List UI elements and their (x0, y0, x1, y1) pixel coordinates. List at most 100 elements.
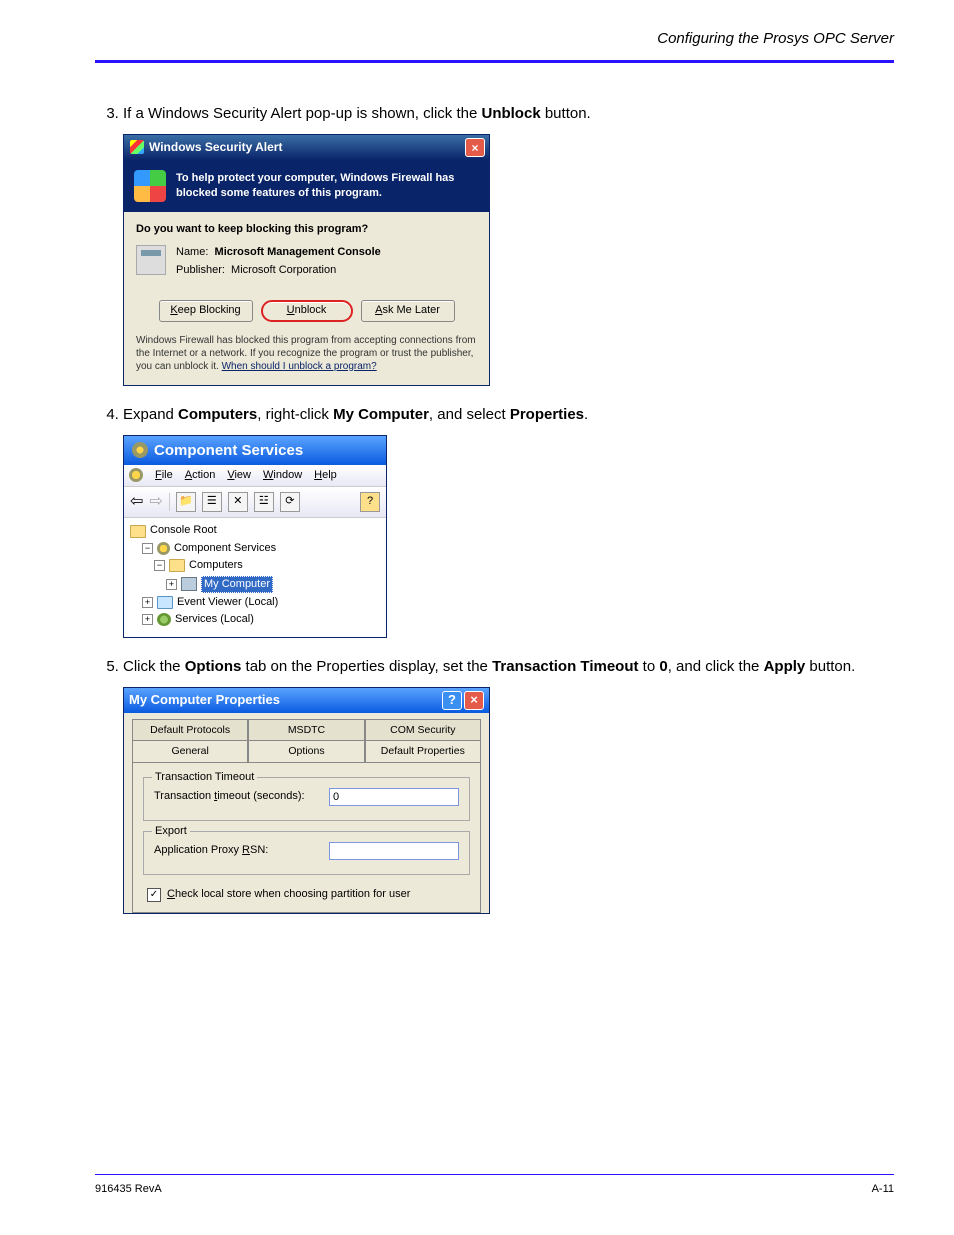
step-4-b3: Properties (510, 406, 584, 423)
cs-tree: Console Root −Component Services −Comput… (124, 518, 386, 636)
wsa-pub-label: Publisher: (176, 264, 225, 276)
wsa-blue-msg: To help protect your computer, Windows F… (176, 171, 479, 202)
wsa-name-label: Name: (176, 246, 208, 258)
tab-msdtc[interactable]: MSDTC (248, 719, 364, 741)
tab-default-protocols[interactable]: Default Protocols (132, 719, 248, 741)
step-5-b1: Options (185, 658, 242, 675)
wsa-foot-link[interactable]: When should I unblock a program? (222, 361, 377, 372)
menu-view[interactable]: View (227, 468, 251, 483)
step-3-bold: Unblock (481, 105, 540, 122)
tree-computers[interactable]: −Computers (154, 557, 380, 574)
grp-title-timeout: Transaction Timeout (152, 770, 257, 785)
tree-services-local[interactable]: +Services (Local) (142, 611, 380, 628)
properties-icon[interactable]: ☳ (254, 492, 274, 512)
wsa-title-text: Windows Security Alert (149, 139, 282, 156)
step-4-t1: Expand (123, 406, 178, 423)
header-rule (95, 60, 894, 63)
minus-icon[interactable]: − (154, 560, 165, 571)
step-5-b2: Transaction Timeout (492, 658, 638, 675)
checkbox-icon[interactable]: ✓ (147, 888, 161, 902)
back-icon[interactable]: ⇦ (130, 491, 143, 513)
menu-action[interactable]: Action (185, 468, 216, 483)
tab-general[interactable]: General (132, 740, 248, 762)
minus-icon[interactable]: − (142, 543, 153, 554)
step-5-b4: Apply (764, 658, 806, 675)
menu-file[interactable]: File (155, 468, 173, 483)
tab-default-properties[interactable]: Default Properties (365, 740, 481, 762)
step-5-t3: to (638, 658, 659, 675)
transaction-timeout-input[interactable] (329, 788, 459, 806)
step-3-after: button. (541, 105, 591, 122)
forward-icon[interactable]: ⇨ (149, 491, 162, 513)
footer-right: A-11 (872, 1183, 894, 1195)
folder-icon (157, 596, 173, 609)
wsa-pub-row: Publisher: Microsoft Corporation (176, 263, 381, 278)
options-panel: Transaction Timeout Transaction timeout … (132, 762, 481, 913)
tree-my-computer[interactable]: +My Computer (166, 575, 380, 594)
wsa-question: Do you want to keep blocking this progra… (136, 222, 477, 237)
step-5-t5: button. (805, 658, 855, 675)
application-icon (136, 245, 166, 275)
component-services-window: Component Services File Action View Wind… (123, 435, 387, 638)
application-proxy-rsn-input[interactable] (329, 842, 459, 860)
refresh-icon[interactable]: ⟳ (280, 492, 300, 512)
shield-icon (130, 140, 144, 154)
grp-title-export: Export (152, 824, 190, 839)
plus-icon[interactable]: + (166, 579, 177, 590)
wsa-titlebar: Windows Security Alert × (124, 135, 489, 160)
mcp-title-text: My Computer Properties (129, 691, 280, 709)
list-icon[interactable]: ☰ (202, 492, 222, 512)
tab-com-security[interactable]: COM Security (365, 719, 481, 741)
step-4-t3: , and select (429, 406, 510, 423)
check-local-store-label: Check local store when choosing partitio… (167, 887, 410, 902)
step-4-t2: , right-click (257, 406, 333, 423)
ask-me-later-button[interactable]: Ask Me LaterAsk Me Later (361, 300, 455, 321)
check-local-store-row[interactable]: ✓ Check local store when choosing partit… (143, 885, 470, 902)
step-5-t2: tab on the Properties display, set the (241, 658, 492, 675)
tree-component-services[interactable]: −Component Services (142, 540, 380, 557)
transaction-timeout-group: Transaction Timeout Transaction timeout … (143, 777, 470, 821)
step-4: Expand Computers, right-click My Compute… (123, 404, 894, 638)
tab-options[interactable]: Options (248, 740, 364, 762)
cs-toolbar: ⇦ ⇨ 📁 ☰ ✕ ☳ ⟳ ? (124, 487, 386, 518)
help-icon[interactable]: ? (442, 691, 462, 710)
step-5-t1: Click the (123, 658, 185, 675)
cs-menubar: File Action View Window Help (124, 465, 386, 487)
cs-title-text: Component Services (154, 440, 303, 461)
close-icon[interactable]: × (464, 691, 484, 710)
wsa-blue-banner: To help protect your computer, Windows F… (124, 160, 489, 212)
export-group: Export Application Proxy RSN: (143, 831, 470, 875)
cs-app-icon (129, 468, 143, 482)
wsa-name-row: Name: Microsoft Management Console (176, 245, 381, 260)
gear-icon (132, 442, 148, 458)
unblock-button[interactable]: UnblockUnblock (261, 300, 353, 321)
step-5-b3: 0 (659, 658, 667, 675)
close-icon[interactable]: × (465, 138, 485, 157)
step-5-t4: , and click the (668, 658, 764, 675)
my-computer-properties-dialog: My Computer Properties ? × Default Proto… (123, 687, 490, 915)
mcp-titlebar: My Computer Properties ? × (124, 688, 489, 713)
plus-icon[interactable]: + (142, 597, 153, 608)
folder-icon (169, 559, 185, 572)
folder-icon (130, 525, 146, 538)
tree-console-root[interactable]: Console Root (130, 522, 380, 539)
gear-icon (157, 542, 170, 555)
tree-event-viewer[interactable]: +Event Viewer (Local) (142, 594, 380, 611)
delete-icon[interactable]: ✕ (228, 492, 248, 512)
menu-window[interactable]: Window (263, 468, 302, 483)
step-4-b2: My Computer (333, 406, 429, 423)
step-5: Click the Options tab on the Properties … (123, 656, 894, 915)
step-4-b1: Computers (178, 406, 257, 423)
help-icon[interactable]: ? (360, 492, 380, 512)
cs-titlebar: Component Services (124, 436, 386, 465)
services-icon (157, 613, 171, 626)
application-proxy-rsn-label: Application Proxy RSN: (154, 843, 268, 858)
computer-icon (181, 577, 197, 591)
wsa-name-value: Microsoft Management Console (215, 246, 381, 258)
up-folder-icon[interactable]: 📁 (176, 492, 196, 512)
menu-help[interactable]: Help (314, 468, 337, 483)
page-footer: 916435 RevA A-11 (95, 1174, 894, 1195)
footer-left: 916435 RevA (95, 1183, 162, 1195)
keep-blocking-button[interactable]: KKeep Blockingeep Blocking (159, 300, 253, 321)
plus-icon[interactable]: + (142, 614, 153, 625)
